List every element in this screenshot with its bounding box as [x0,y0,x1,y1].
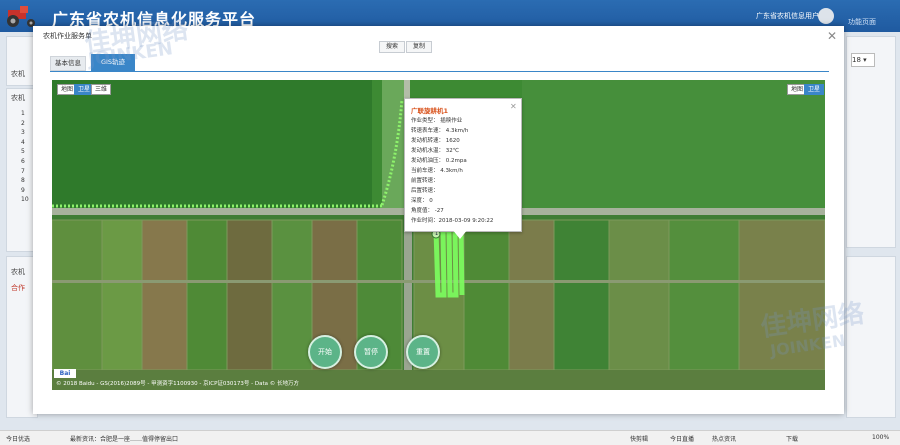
status-quick-edit[interactable]: 快剪辑 [630,434,648,443]
list-item-number: 3 [21,129,25,137]
popup-row: 转速表车速： 4.3km/h [411,128,469,134]
map-type-3d-button[interactable]: 三维 [91,84,112,95]
service-order-modal: 农机作业服务单 ✕ 搜索 复制 基本信息 GIS轨迹 1 地图 卫星 三维 地图… [33,26,844,414]
avatar[interactable] [818,8,834,24]
left-item[interactable]: 合作 [11,283,25,293]
start-button[interactable]: 开始 [308,335,342,369]
list-item-number: 9 [21,186,25,194]
status-zoom[interactable]: 100% [872,434,889,441]
satellite-map[interactable]: 1 地图 卫星 三维 地图 卫星 广联旋耕机1 ✕ 作业类型： 插秧作业 转速表… [52,80,825,390]
list-item-number: 4 [21,138,25,146]
list-item-number: 8 [21,177,25,185]
left-label-1: 农机 [11,70,25,78]
right-panel-bottom [846,256,896,418]
tractor-logo-icon [7,6,35,27]
reset-button[interactable]: 重置 [406,335,440,369]
tab-underline [50,71,829,72]
list-item-number: 2 [21,119,25,127]
list-item-number: 1 [21,110,25,117]
popup-row: 作业类型： 插秧作业 [411,118,463,124]
map-type-satellite-button-right[interactable]: 卫星 [804,84,825,95]
popup-title: 广联旋耕机1 [411,107,449,115]
search-button[interactable]: 搜索 [379,41,406,53]
user-name[interactable]: 广东省农机信息用户 [756,11,819,21]
popup-close-icon[interactable]: ✕ [510,102,517,111]
status-download[interactable]: 下载 [786,434,798,443]
status-live[interactable]: 今日直播 [670,434,694,443]
copy-button[interactable]: 复制 [406,41,433,53]
browser-status-bar: 今日优选 最新资讯：合肥是一座……值得停留出口 快剪辑 今日直播 热点资讯 下载… [0,430,900,445]
left-label-3: 农机 [11,268,25,276]
popup-pointer [452,229,468,239]
right-select-value: 18 [852,56,861,64]
tab-basic-info[interactable]: 基本信息 [50,56,86,71]
popup-row: 深度： 0 [411,198,433,204]
close-icon[interactable]: ✕ [827,29,837,43]
popup-row: 前置转速： [411,178,439,184]
right-panel-top: 18 ▾ [846,36,896,248]
baidu-logo: Bai [54,369,76,378]
popup-row: 发动机油压： 0.2mpa [411,158,467,164]
popup-row: 角度值： -27 [411,208,444,214]
list-item-number: 5 [21,148,25,156]
map-copyright: © 2018 Baidu - GS(2016)2089号 - 甲测资字11009… [56,381,300,387]
status-news[interactable]: 最新资讯：合肥是一座……值得停留出口 [70,434,178,443]
popup-row: 作业时间：2018-03-09 9:20:22 [411,218,494,224]
popup-row: 后置转速： [411,188,439,194]
function-page-link[interactable]: 功能页面 [848,17,876,27]
list-item-number: 7 [21,167,25,175]
list-item-number: 6 [21,157,25,165]
popup-row: 当前车速： 4.3km/h [411,168,463,174]
right-select[interactable]: 18 ▾ [851,53,875,67]
popup-row: 发动机水温： 32℃ [411,148,459,154]
popup-row: 发动机转速： 1620 [411,138,460,144]
machine-info-popup: 广联旋耕机1 ✕ 作业类型： 插秧作业 转速表车速： 4.3km/h 发动机转速… [404,98,522,232]
status-hot-news[interactable]: 热点资讯 [712,434,736,443]
status-today-picks[interactable]: 今日优选 [6,434,30,443]
list-item-number: 10 [21,196,29,204]
left-label-2: 农机 [11,94,25,102]
pause-button[interactable]: 暂停 [354,335,388,369]
number-list: 1 2 3 4 5 6 7 8 9 10 [21,109,29,205]
